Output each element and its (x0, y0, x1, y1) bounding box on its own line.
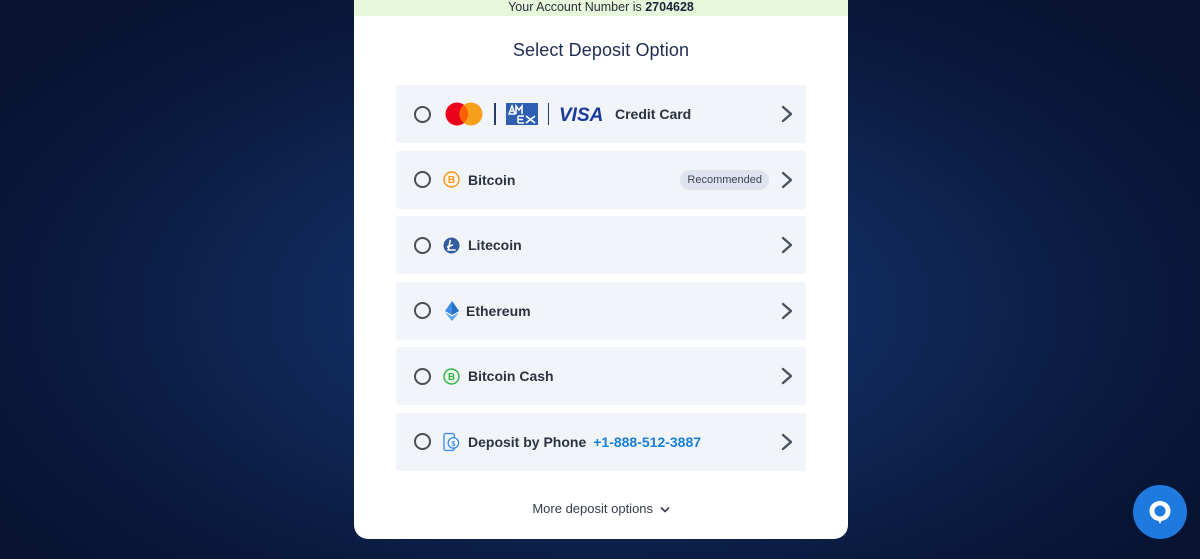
option-ethereum[interactable]: Ethereum (396, 281, 806, 340)
chevron-right-icon (781, 236, 793, 254)
page-title: Select Deposit Option (512, 40, 690, 60)
option-label: Litecoin (468, 237, 522, 253)
option-credit-card[interactable]: VISA Credit Card (396, 85, 806, 143)
svg-text:VISA: VISA (559, 105, 603, 123)
ethereum-icon (443, 300, 460, 321)
chevron-right-icon (781, 302, 793, 319)
amex-icon (505, 103, 538, 125)
deposit-options-list: VISA Credit Card B Bitcoin Recommended L… (396, 85, 806, 478)
radio-deposit-by-phone[interactable] (414, 433, 431, 450)
option-bitcoin-cash[interactable]: B Bitcoin Cash (396, 347, 806, 405)
option-bitcoin[interactable]: B Bitcoin Recommended (396, 150, 806, 209)
phone-number-link[interactable]: +1-888-512-3887 (593, 434, 701, 450)
chevron-right-icon (781, 367, 793, 385)
deposit-modal: Your Account Number is 2704628 Select De… (354, 0, 848, 539)
account-number-value: 2704628 (645, 0, 694, 14)
account-number-prefix: Your Account Number is (508, 0, 642, 14)
option-litecoin[interactable]: Litecoin (396, 216, 806, 274)
option-label: Bitcoin (468, 171, 516, 188)
svg-text:B: B (448, 175, 455, 186)
chevron-right-icon (781, 171, 793, 188)
chevron-right-icon (781, 433, 793, 450)
option-label: Credit Card (615, 106, 692, 122)
mastercard-icon (445, 102, 483, 126)
radio-litecoin[interactable] (414, 236, 431, 254)
logo-divider-2 (547, 103, 549, 125)
chat-button[interactable] (1133, 485, 1187, 539)
litecoin-icon (443, 237, 460, 254)
credit-card-logos: VISA (444, 102, 607, 126)
account-number-bar: Your Account Number is 2704628 (354, 0, 848, 16)
radio-bitcoin[interactable] (414, 171, 431, 188)
option-deposit-by-phone[interactable]: $ Deposit by Phone +1-888-512-3887 (396, 412, 806, 471)
option-label: Deposit by Phone (468, 433, 587, 450)
svg-text:B: B (448, 372, 455, 383)
more-deposit-options-button[interactable]: More deposit options (354, 501, 848, 516)
visa-icon: VISA (559, 105, 603, 123)
chevron-down-icon (660, 506, 669, 513)
radio-ethereum[interactable] (414, 302, 431, 319)
bitcoin-cash-icon: B (443, 367, 460, 385)
option-label: Bitcoin Cash (468, 368, 554, 384)
radio-credit-card[interactable] (414, 105, 431, 123)
logo-divider (494, 103, 496, 125)
option-label: Ethereum (466, 302, 531, 319)
bitcoin-icon: B (443, 171, 460, 188)
phone-deposit-icon: $ (443, 432, 460, 451)
chevron-right-icon (781, 105, 793, 123)
recommended-badge: Recommended (680, 169, 769, 190)
more-deposit-options-label: More deposit options (532, 501, 654, 516)
radio-bitcoin-cash[interactable] (414, 367, 431, 385)
chat-icon (1149, 501, 1171, 524)
